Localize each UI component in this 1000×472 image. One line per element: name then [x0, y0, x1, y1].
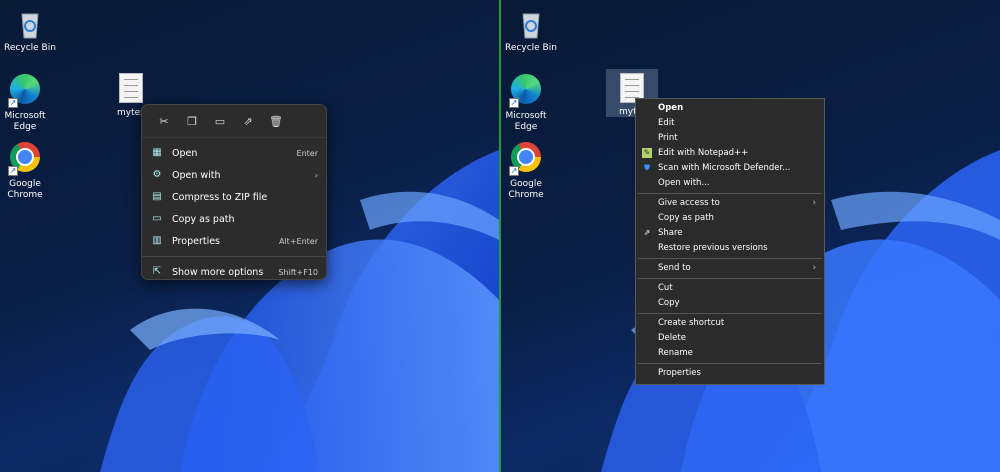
edge-shortcut[interactable]: ↗ Microsoft Edge	[0, 72, 55, 133]
edge-label: Microsoft Edge	[4, 111, 46, 132]
recycle-bin-icon	[13, 6, 47, 40]
classic-item-edit[interactable]: Edit	[636, 116, 824, 131]
file-label: myt	[619, 107, 637, 117]
classic-item-delete[interactable]: Delete	[636, 331, 824, 346]
classic-item-rename[interactable]: Rename	[636, 346, 824, 361]
classic-item-share[interactable]: ⇗ Share	[636, 226, 824, 241]
menu-separator	[638, 278, 822, 279]
chevron-right-icon: ›	[314, 170, 318, 180]
classic-item-copy[interactable]: Copy	[636, 296, 824, 311]
menu-separator	[638, 313, 822, 314]
classic-item-restore[interactable]: Restore previous versions	[636, 241, 824, 256]
share-icon: ⇗	[643, 228, 651, 237]
properties-icon: ▥	[152, 235, 162, 246]
classic-item-properties[interactable]: Properties	[636, 366, 824, 381]
classic-item-create-shortcut[interactable]: Create shortcut	[636, 316, 824, 331]
menu-separator	[638, 193, 822, 194]
menu-item-compress[interactable]: ▤ Compress to ZIP file	[142, 186, 326, 208]
recycle-bin-shortcut[interactable]: Recycle Bin	[0, 6, 60, 54]
classic-item-give-access[interactable]: Give access to ›	[636, 196, 824, 211]
edge-label: Microsoft Edge	[505, 111, 547, 132]
shortcut-arrow-icon: ↗	[509, 98, 519, 108]
recycle-bin-label: Recycle Bin	[4, 43, 56, 53]
menu-item-properties[interactable]: ▥ Properties Alt+Enter	[142, 230, 326, 252]
path-icon: ▭	[152, 213, 162, 224]
classic-item-cut[interactable]: Cut	[636, 281, 824, 296]
chrome-shortcut[interactable]: ↗ Google Chrome	[501, 140, 556, 201]
context-toolbar: ✂ ❐ ▭ ⇗ 🗑	[142, 105, 326, 138]
recycle-bin-label: Recycle Bin	[505, 43, 557, 53]
defender-shield-icon: ⛊	[644, 163, 650, 172]
shortcut-arrow-icon: ↗	[8, 98, 18, 108]
menu-item-open-with[interactable]: ⚙ Open with ›	[142, 164, 326, 186]
menu-item-open[interactable]: ▦ Open Enter	[142, 142, 326, 164]
zip-icon: ▤	[152, 191, 162, 202]
classic-item-notepadpp[interactable]: ✎ Edit with Notepad++	[636, 146, 824, 161]
left-desktop-pane: Recycle Bin ↗ Microsoft Edge ↗ Google Ch…	[0, 0, 499, 472]
open-with-icon: ⚙	[152, 169, 162, 180]
recycle-bin-icon	[514, 6, 548, 40]
open-icon: ▦	[152, 147, 162, 158]
menu-separator	[638, 258, 822, 259]
classic-item-open[interactable]: Open	[636, 101, 824, 116]
classic-item-open-with[interactable]: Open with...	[636, 176, 824, 191]
classic-context-menu: Open Edit Print ✎ Edit with Notepad++ ⛊ Sc…	[635, 98, 825, 385]
copy-icon[interactable]: ❐	[178, 115, 206, 128]
chrome-shortcut[interactable]: ↗ Google Chrome	[0, 140, 55, 201]
classic-item-send-to[interactable]: Send to ›	[636, 261, 824, 276]
menu-item-show-more-options[interactable]: ⇱ Show more options Shift+F10	[142, 261, 326, 283]
show-more-icon: ⇱	[152, 266, 162, 277]
rename-icon[interactable]: ▭	[206, 115, 234, 128]
classic-item-defender[interactable]: ⛊ Scan with Microsoft Defender...	[636, 161, 824, 176]
text-file-icon[interactable]	[119, 73, 143, 103]
classic-item-print[interactable]: Print	[636, 131, 824, 146]
notepadpp-icon: ✎	[642, 148, 652, 158]
menu-item-copy-as-path[interactable]: ▭ Copy as path	[142, 208, 326, 230]
shortcut-arrow-icon: ↗	[509, 166, 519, 176]
cut-icon[interactable]: ✂	[150, 115, 178, 128]
chevron-right-icon: ›	[812, 198, 816, 208]
chrome-label: Google Chrome	[508, 179, 544, 200]
win11-context-menu: ✂ ❐ ▭ ⇗ 🗑 ▦ Open Enter ⚙ Open with › ▤ Compre…	[141, 104, 327, 280]
share-icon[interactable]: ⇗	[234, 115, 262, 128]
shortcut-arrow-icon: ↗	[8, 166, 18, 176]
chevron-right-icon: ›	[812, 263, 816, 273]
chrome-label: Google Chrome	[7, 179, 43, 200]
delete-icon[interactable]: 🗑	[262, 115, 290, 128]
classic-item-copy-as-path[interactable]: Copy as path	[636, 211, 824, 226]
recycle-bin-shortcut[interactable]: Recycle Bin	[501, 6, 561, 54]
menu-separator	[142, 256, 326, 257]
menu-separator	[638, 363, 822, 364]
edge-shortcut[interactable]: ↗ Microsoft Edge	[501, 72, 556, 133]
